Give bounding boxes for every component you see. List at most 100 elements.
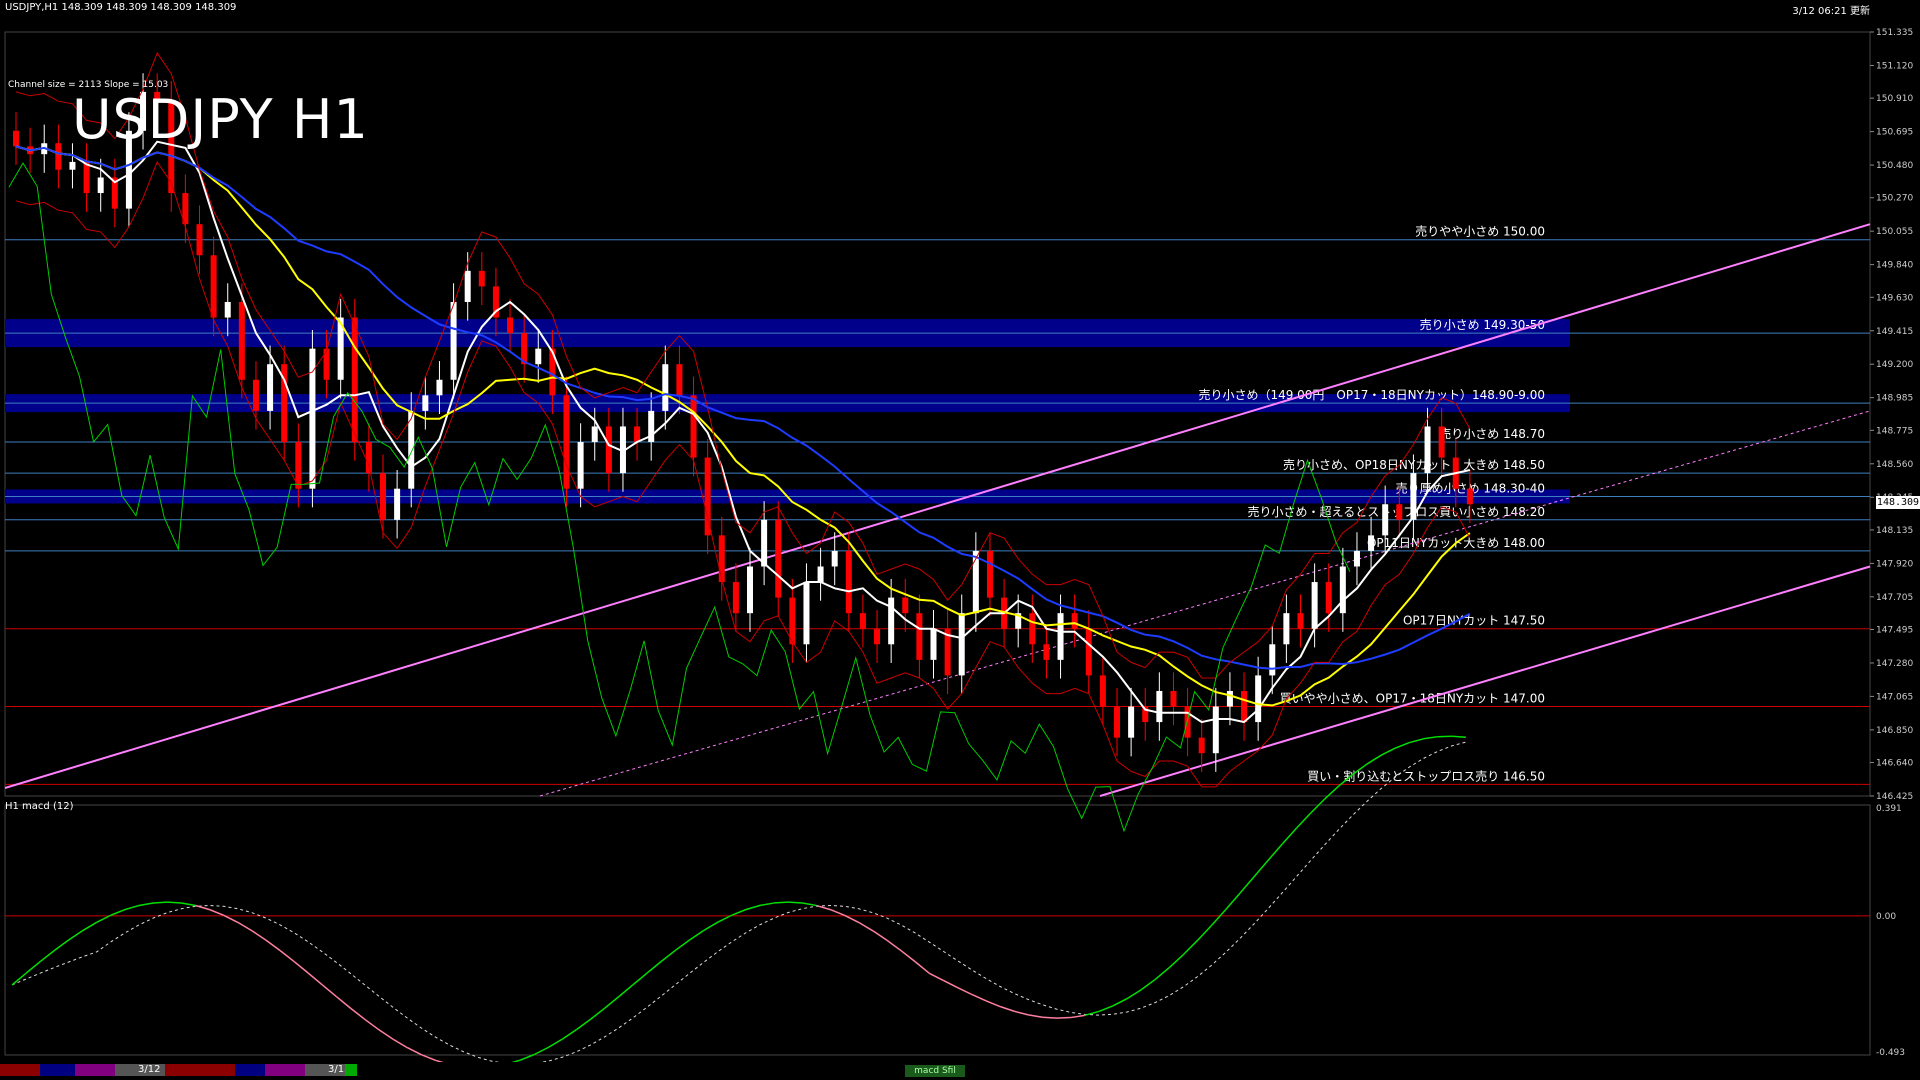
candle-body [365,442,372,474]
macd-segment [886,939,902,952]
tenkan-line [15,140,1471,724]
session-segment [75,1064,115,1076]
candle-body [83,161,90,194]
candle-body [1339,566,1346,614]
candle-body [577,442,584,489]
candle-body [1368,535,1375,551]
macd-segment [1098,1005,1114,1013]
macd-segment [392,1038,408,1049]
candle-body [323,348,330,380]
macd-segment [110,908,126,916]
level-label: 売り小さめ 148.70 [1439,426,1545,441]
macd-segment [1366,754,1382,765]
candlestick-chart[interactable]: 売りやや小さめ 150.00 売り小さめ 149.30-50 売り小さめ（149.0… [0,0,1920,1080]
candle-body [775,519,782,598]
macd-segment [406,1046,422,1056]
macd-segment [1140,978,1156,991]
macd-segment [774,901,789,904]
y-tick-label: 149.200 [1876,360,1913,370]
macd-segment [929,972,944,982]
candle-body [478,270,485,287]
candle-body [563,395,570,489]
candle-body [1438,426,1445,458]
candle-body [1325,582,1332,614]
macd-tick-label: 0.391 [1876,804,1902,814]
y-tick-label: 150.480 [1876,161,1913,171]
y-tick-label: 147.280 [1876,659,1913,669]
y-tick-label: 148.135 [1876,526,1913,536]
macd-segment [39,949,55,963]
macd-segment [618,984,634,998]
level-label: 売り小さめ（149.00円 OP17・18日NYカット）148.90-9.00 [1198,387,1545,402]
channel-mid-line [539,410,1871,797]
macd-segment [1056,1016,1071,1019]
candle-body [436,379,443,396]
macd-segment [759,902,775,907]
macd-segment [322,984,338,998]
candle-body [902,597,909,614]
macd-segment [421,1053,436,1062]
macd-segment [562,1028,578,1040]
macd-segment [364,1018,380,1031]
candle-body [267,364,274,411]
macd-segment [1197,924,1213,941]
candle-body [761,519,768,567]
macd-segment [153,901,168,904]
candle-body [676,364,683,396]
y-tick-label: 151.120 [1876,61,1913,71]
macd-signal-line [11,741,1467,1065]
candle-body [1297,613,1304,629]
date-tab[interactable]: 3/12 [138,1064,160,1075]
macd-segment [830,909,846,917]
macd-tick-label: 0.00 [1876,912,1896,922]
candle-body [972,550,979,614]
candle-body [634,426,641,443]
macd-segment [336,996,352,1009]
level-label: 買い・割り込むとストップロス売り 146.50 [1307,768,1545,783]
macd-segment [1281,827,1298,845]
candle-body [1057,613,1064,660]
macd-segment [251,930,267,941]
macd-segment [124,904,140,911]
candle-body [1114,706,1120,738]
candle-body [1466,488,1473,505]
macd-segment [1380,747,1396,756]
macd-segment [802,902,817,907]
candle-body [718,535,725,583]
y-tick-label: 150.910 [1876,94,1913,104]
candle-body [238,301,245,380]
macd-segment [1267,843,1283,861]
candle-body [380,473,386,520]
macd-segment [872,930,888,942]
macd-segment [138,902,154,907]
candle-body [69,161,76,170]
macd-segment [1324,785,1340,800]
macd-segment [1295,812,1312,829]
candle-body [1170,690,1177,707]
candle-body [845,550,852,614]
macd-segment [265,939,281,952]
macd-tab[interactable]: macd Sfil [905,1065,965,1077]
macd-segment [1112,997,1128,1007]
session-segment [40,1064,75,1076]
candle-body [930,628,937,660]
macd-segment [350,1007,366,1021]
y-tick-label: 146.850 [1876,726,1913,736]
chart-title: USDJPY H1 [72,88,369,151]
level-label: 売り小さめ・超えるとストップロス買い小さめ 148.20 [1248,504,1545,519]
y-tick-label: 151.335 [1876,28,1913,38]
macd-segment [646,960,662,974]
macd-segment [1253,859,1269,878]
y-tick-label: 149.840 [1876,261,1913,271]
y-tick-label: 147.495 [1876,626,1913,636]
candle-body [1198,737,1205,754]
update-clock: 3/12 06:21 更新 [1792,6,1870,17]
macd-segment [1310,798,1326,814]
macd-segment [1154,966,1170,980]
candle-body [1226,690,1233,707]
candle-body [1128,706,1135,738]
macd-segment [1451,735,1466,738]
candle-body [1043,644,1050,660]
y-tick-label: 148.985 [1876,394,1913,404]
macd-segment [844,914,860,924]
